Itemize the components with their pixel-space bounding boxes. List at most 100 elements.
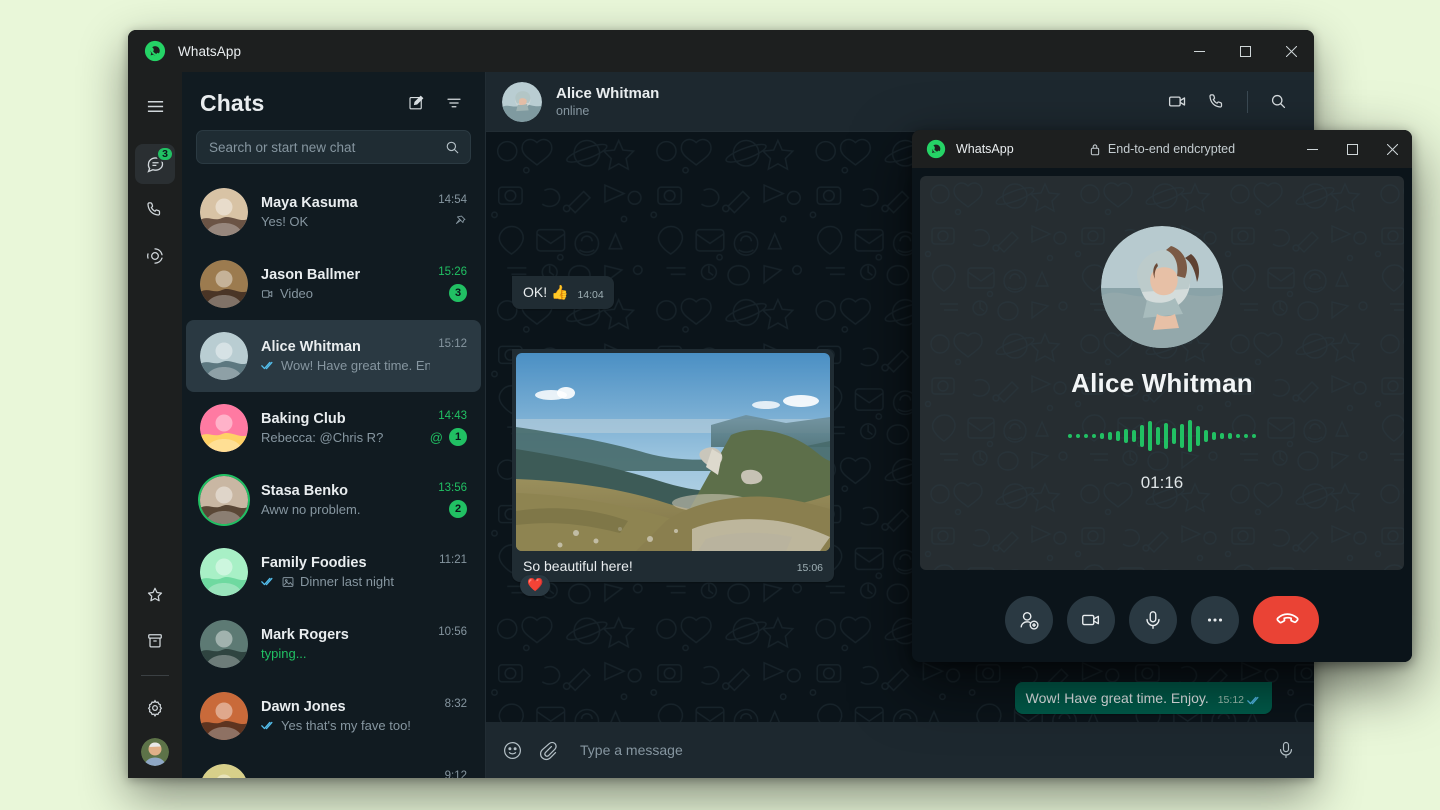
whatsapp-logo-icon <box>144 40 166 62</box>
unread-count-badge: 2 <box>449 500 467 518</box>
chat-list-item[interactable]: Maya KasumaYes! OK14:54 <box>186 176 481 248</box>
message-reaction[interactable]: ❤️ <box>520 575 550 595</box>
conversation-avatar[interactable] <box>502 82 542 122</box>
search-in-chat-icon[interactable] <box>1260 84 1296 120</box>
video-call-icon[interactable] <box>1159 84 1195 120</box>
contact-avatar[interactable] <box>200 332 248 380</box>
close-button[interactable] <box>1268 30 1314 72</box>
chat-item-texts: Alice WhitmanWow! Have great time. Enjoy… <box>261 339 430 373</box>
chat-item-texts: Mark Rogerstyping... <box>261 627 430 661</box>
minimize-button[interactable] <box>1176 30 1222 72</box>
waveform-bar <box>1132 430 1136 442</box>
page-title: Chats <box>200 90 264 117</box>
chat-list-actions <box>401 88 469 118</box>
chat-item-time: 10:56 <box>438 626 467 638</box>
chat-item-preview: typing... <box>261 646 430 661</box>
waveform-bar <box>1156 427 1160 445</box>
maximize-button[interactable] <box>1222 30 1268 72</box>
chat-list-item[interactable]: Mark Rogerstyping... 10:56 <box>186 608 481 680</box>
chat-list-item[interactable]: Baking ClubRebecca: @Chris R?14:43@1 <box>186 392 481 464</box>
rail-item-calls[interactable] <box>135 190 175 230</box>
waveform-bar <box>1228 433 1232 439</box>
app-title: WhatsApp <box>178 44 241 59</box>
waveform-bar <box>1116 431 1120 441</box>
chat-list-item[interactable]: Alice WhitmanWow! Have great time. Enjoy… <box>186 320 481 392</box>
chat-item-texts: Family FoodiesDinner last night <box>261 555 431 589</box>
chat-list-item[interactable]: Ziggy Woodley9:12 <box>186 752 481 778</box>
add-person-button[interactable] <box>1005 596 1053 644</box>
contact-avatar[interactable] <box>200 692 248 740</box>
chat-item-name: Jason Ballmer <box>261 267 430 283</box>
waveform-bar <box>1196 426 1200 446</box>
waveform-bar <box>1100 433 1104 439</box>
contact-avatar[interactable] <box>200 404 248 452</box>
chat-item-meta: 14:54 <box>438 194 467 230</box>
message-input[interactable]: Type a message <box>580 742 1262 758</box>
call-minimize-button[interactable] <box>1292 130 1332 168</box>
chat-item-time: 13:56 <box>438 482 467 494</box>
chat-list-item[interactable]: Dawn JonesYes that's my fave too!8:32 <box>186 680 481 752</box>
chat-item-time: 8:32 <box>445 698 467 710</box>
chat-item-time: 9:12 <box>445 770 467 778</box>
voice-message-icon[interactable] <box>1276 740 1296 760</box>
emoji-icon[interactable] <box>502 740 523 761</box>
rail-divider <box>141 675 169 676</box>
call-maximize-button[interactable] <box>1332 130 1372 168</box>
rail-item-starred[interactable] <box>135 575 175 615</box>
search-input[interactable]: Search or start new chat <box>196 130 471 164</box>
profile-avatar[interactable] <box>141 738 169 766</box>
text-message-bubble[interactable]: Wow! Have great time. Enjoy.15:12 <box>1015 682 1272 714</box>
read-receipt-icon <box>261 360 276 371</box>
contact-avatar[interactable] <box>200 476 248 524</box>
message-composer: Type a message <box>486 722 1314 778</box>
message-photo[interactable] <box>516 353 830 551</box>
chat-item-time: 15:12 <box>438 338 467 350</box>
rail-item-settings[interactable] <box>135 688 175 728</box>
message-meta: 14:04 <box>577 289 603 302</box>
menu-button[interactable] <box>135 86 175 126</box>
contact-avatar[interactable] <box>200 548 248 596</box>
attach-icon[interactable] <box>537 740 558 761</box>
contact-avatar[interactable] <box>200 188 248 236</box>
voice-call-icon[interactable] <box>1199 84 1235 120</box>
chat-item-preview-text: Yes! OK <box>261 214 308 229</box>
more-options-button[interactable] <box>1191 596 1239 644</box>
chat-list-header: Chats <box>182 72 485 126</box>
chat-item-indicators <box>453 212 467 230</box>
contact-avatar[interactable] <box>200 620 248 668</box>
call-stage: Alice Whitman 01:16 <box>920 176 1404 570</box>
chat-list-item[interactable]: Stasa BenkoAww no problem.13:562 <box>186 464 481 536</box>
chat-item-time: 14:54 <box>438 194 467 206</box>
chat-item-preview-text: Yes that's my fave too! <box>281 718 411 733</box>
rail-item-chats[interactable]: 3 <box>135 144 175 184</box>
new-chat-icon[interactable] <box>401 88 431 118</box>
chat-list-item[interactable]: Family FoodiesDinner last night 11:21 <box>186 536 481 608</box>
end-call-button[interactable] <box>1253 596 1319 644</box>
chat-list[interactable]: Maya KasumaYes! OK14:54Jason BallmerVide… <box>182 174 485 778</box>
photo-caption-text: So beautiful here! <box>523 558 633 574</box>
message-timestamp: 15:06 <box>797 562 823 574</box>
call-controls <box>912 578 1412 662</box>
conversation-contact-name: Alice Whitman <box>556 85 659 102</box>
contact-avatar[interactable] <box>200 260 248 308</box>
mute-toggle-button[interactable] <box>1129 596 1177 644</box>
chat-item-time: 11:21 <box>439 554 467 566</box>
text-message-bubble[interactable]: OK! 👍14:04 <box>512 276 614 308</box>
read-receipt-icon <box>261 720 276 731</box>
encryption-text: End-to-end endcrypted <box>1108 142 1235 156</box>
chat-item-time: 15:26 <box>438 266 467 278</box>
rail-item-status[interactable] <box>135 236 175 276</box>
photo-message-bubble[interactable]: So beautiful here!15:06❤️ <box>512 349 834 582</box>
contact-avatar[interactable] <box>200 764 248 778</box>
chat-list-item[interactable]: Jason BallmerVideo15:263 <box>186 248 481 320</box>
rail-item-archived[interactable] <box>135 621 175 661</box>
video-toggle-button[interactable] <box>1067 596 1115 644</box>
chat-item-preview: Rebecca: @Chris R? <box>261 430 422 445</box>
search-icon[interactable] <box>445 140 460 155</box>
waveform-bar <box>1148 421 1152 451</box>
filter-chats-icon[interactable] <box>439 88 469 118</box>
call-close-button[interactable] <box>1372 130 1412 168</box>
image-icon <box>281 575 295 589</box>
chat-item-meta: 14:43@1 <box>430 410 467 446</box>
waveform-bar <box>1076 434 1080 438</box>
